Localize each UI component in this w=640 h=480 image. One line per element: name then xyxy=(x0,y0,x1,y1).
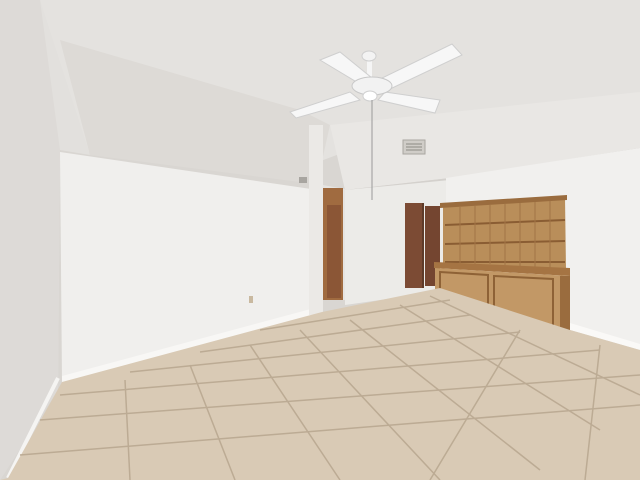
hall-door xyxy=(327,205,341,298)
wall-vent xyxy=(299,177,307,183)
room-photo xyxy=(0,0,640,480)
column xyxy=(309,125,323,315)
outlet xyxy=(249,296,253,303)
fan-canopy xyxy=(361,50,377,62)
fan-light xyxy=(362,90,378,102)
door-left xyxy=(405,203,423,288)
